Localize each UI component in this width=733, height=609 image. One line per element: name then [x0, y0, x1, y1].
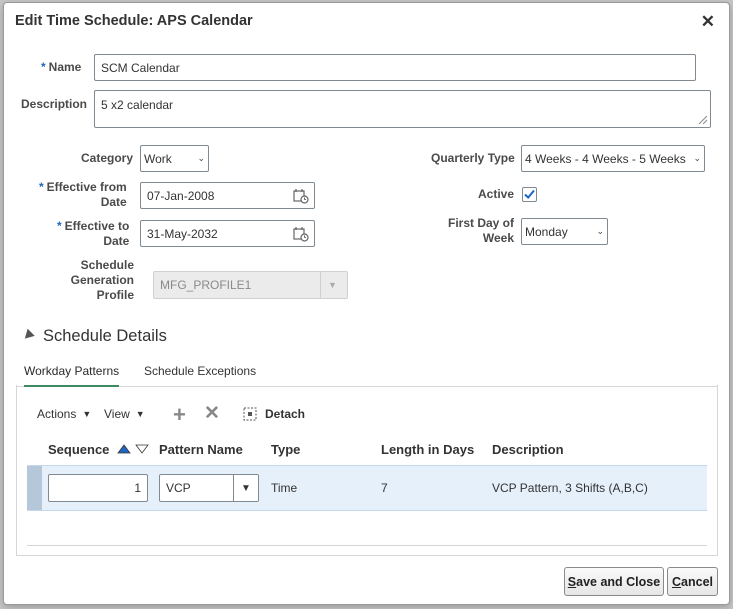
collapse-triangle-icon[interactable]: [21, 328, 35, 343]
view-label: View: [104, 407, 130, 421]
dropdown-arrow-icon: ▼: [82, 409, 92, 419]
first-day-label-line2: Week: [482, 231, 515, 245]
table-row[interactable]: 1 VCP ▼ Time 7 VCP Pattern, 3 Shifts (A,…: [27, 465, 707, 511]
dropdown-arrow-icon: ▼: [320, 272, 344, 298]
required-marker: *: [57, 219, 62, 233]
effective-to-label-line2: Date: [103, 234, 130, 248]
save-and-close-button[interactable]: Save and Close: [564, 567, 664, 596]
detach-button[interactable]: Detach: [243, 407, 305, 421]
resize-handle-icon[interactable]: [698, 115, 708, 125]
name-input[interactable]: SCM Calendar: [94, 54, 696, 81]
dialog-title: Edit Time Schedule: APS Calendar: [15, 13, 253, 29]
view-menu[interactable]: View ▼: [104, 407, 145, 421]
pattern-name-select[interactable]: VCP ▼: [159, 474, 259, 502]
first-day-of-week-select[interactable]: Monday ⌄: [521, 218, 608, 245]
first-day-of-week-label: First Day of Week: [448, 216, 514, 246]
schedule-generation-profile-select: MFG_PROFILE1 ▼: [153, 271, 348, 299]
column-header-pattern-name[interactable]: Pattern Name: [159, 442, 243, 457]
category-select[interactable]: Work ⌄: [140, 145, 209, 172]
required-marker: *: [39, 180, 44, 194]
sort-descending-icon[interactable]: [134, 444, 149, 454]
description-label: Description: [21, 97, 88, 111]
sequence-header-text: Sequence: [48, 442, 110, 457]
tab-bar: Workday Patterns Schedule Exceptions: [17, 358, 717, 387]
row-selection-marker[interactable]: [27, 466, 42, 510]
workday-patterns-panel: Actions ▼ View ▼ + ✕ Detach Sequence Pat…: [16, 385, 718, 556]
tab-workday-patterns[interactable]: Workday Patterns: [24, 364, 120, 387]
detach-label: Detach: [265, 407, 306, 421]
cancel-label: ancel: [681, 574, 713, 589]
sequence-input[interactable]: 1: [48, 474, 148, 502]
effective-to-value: 31-May-2032: [147, 226, 218, 241]
effective-from-label-line1: Effective from: [46, 180, 127, 194]
effective-to-input[interactable]: 31-May-2032: [140, 220, 315, 247]
section-title: Schedule Details: [43, 327, 167, 345]
effective-from-input[interactable]: 07-Jan-2008: [140, 182, 315, 209]
category-value: Work: [144, 151, 172, 166]
active-label: Active: [478, 187, 515, 201]
description-cell: VCP Pattern, 3 Shifts (A,B,C): [492, 481, 648, 495]
length-cell: 7: [381, 481, 388, 495]
first-day-value: Monday: [525, 224, 568, 239]
required-marker: *: [41, 60, 46, 74]
profile-value: MFG_PROFILE1: [160, 278, 252, 292]
active-checkbox[interactable]: [522, 187, 537, 202]
description-text: 5 x2 calendar: [101, 98, 174, 112]
actions-label: Actions: [37, 407, 77, 421]
description-textarea[interactable]: 5 x2 calendar: [94, 90, 711, 128]
edit-time-schedule-dialog: Edit Time Schedule: APS Calendar ✕ * Name…: [3, 2, 730, 605]
column-header-type[interactable]: Type: [271, 442, 300, 457]
close-icon[interactable]: ✕: [701, 12, 715, 32]
chevron-down-icon: ⌄: [596, 226, 604, 236]
chevron-down-icon: ⌄: [197, 153, 205, 163]
effective-from-value: 07-Jan-2008: [147, 188, 215, 203]
profile-label-line2: Generation: [70, 273, 134, 287]
chevron-down-icon: ⌄: [693, 153, 701, 163]
name-label: * Name: [41, 60, 81, 75]
tab-schedule-exceptions[interactable]: Schedule Exceptions: [144, 364, 256, 378]
actions-menu[interactable]: Actions ▼: [37, 407, 91, 421]
column-header-description[interactable]: Description: [492, 442, 564, 457]
first-day-label-line1: First Day of: [448, 216, 515, 230]
type-cell: Time: [271, 481, 298, 495]
profile-label-line1: Schedule: [80, 258, 134, 272]
calendar-icon[interactable]: [293, 188, 309, 204]
effective-from-label: * Effective from Date: [39, 180, 127, 210]
column-header-sequence[interactable]: Sequence: [48, 442, 149, 457]
add-icon[interactable]: +: [173, 402, 186, 428]
quarterly-type-value: 4 Weeks - 4 Weeks - 5 Weeks: [525, 151, 686, 166]
column-header-length-in-days[interactable]: Length in Days: [381, 442, 474, 457]
cancel-mnemonic: C: [672, 574, 682, 589]
checkmark-icon: [524, 189, 535, 199]
profile-label-line3: Profile: [96, 288, 134, 302]
category-label: Category: [81, 151, 134, 165]
sort-ascending-icon[interactable]: [117, 444, 131, 454]
effective-to-label-line1: Effective to: [64, 219, 130, 233]
effective-from-label-line2: Date: [100, 195, 127, 209]
save-close-label: ave and Close: [576, 574, 661, 589]
quarterly-type-label: Quarterly Type: [431, 151, 515, 165]
pattern-name-value: VCP: [166, 481, 191, 495]
delete-icon[interactable]: ✕: [204, 402, 220, 425]
calendar-icon[interactable]: [293, 226, 309, 242]
effective-to-label: * Effective to Date: [57, 219, 129, 249]
dropdown-arrow-icon: ▼: [135, 409, 145, 419]
cancel-button[interactable]: Cancel: [667, 567, 718, 596]
quarterly-type-select[interactable]: 4 Weeks - 4 Weeks - 5 Weeks ⌄: [521, 145, 705, 172]
table-footer-divider: [27, 545, 707, 546]
dropdown-arrow-icon[interactable]: ▼: [233, 475, 258, 501]
detach-icon: [243, 407, 257, 421]
schedule-generation-profile-label: Schedule Generation Profile: [69, 258, 134, 303]
name-label-text: Name: [48, 60, 82, 74]
save-close-mnemonic: S: [567, 574, 577, 589]
schedule-details-section-header[interactable]: Schedule Details: [21, 327, 167, 346]
